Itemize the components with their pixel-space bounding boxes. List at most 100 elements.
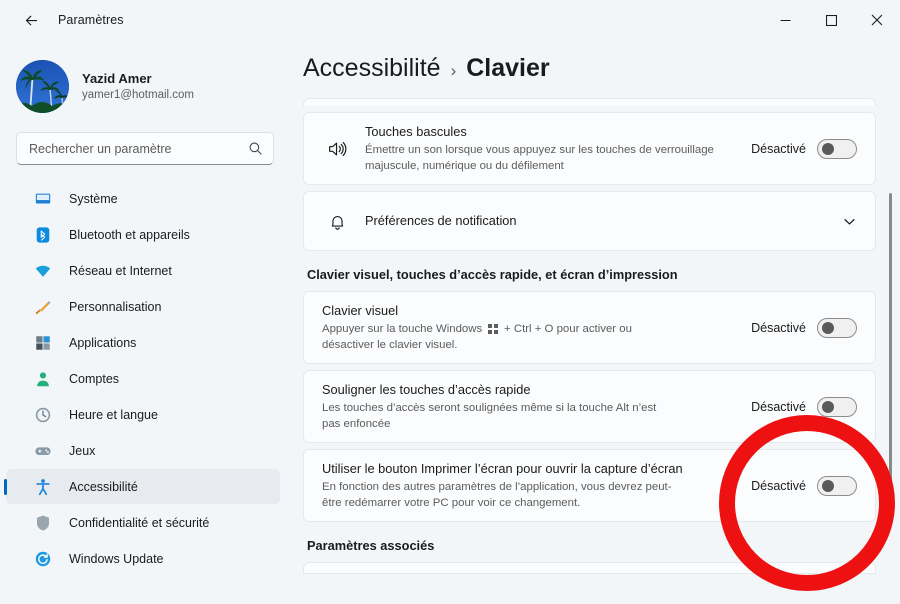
chevron-down-icon[interactable] [842, 214, 857, 229]
toggle-touches-bascules[interactable] [817, 138, 857, 159]
bluetooth-icon [33, 225, 53, 245]
card-title: Touches bascules [365, 124, 467, 139]
speaker-icon [322, 138, 352, 160]
toggle-state-label: Désactivé [751, 399, 806, 414]
setting-card-touches-bascules[interactable]: Touches bascules Émettre un son lorsque … [303, 112, 876, 185]
wifi-icon [33, 261, 53, 281]
windows-key-icon [488, 324, 498, 334]
clock-icon [33, 405, 53, 425]
card-control: Désactivé [751, 317, 857, 338]
sidebar-item-label: Confidentialité et sécurité [69, 515, 210, 530]
sidebar-item-comptes[interactable]: Comptes [6, 361, 280, 396]
sidebar-item-label: Applications [69, 335, 137, 350]
section-heading-related-settings: Paramètres associés [307, 538, 435, 553]
sidebar-item-label: Heure et langue [69, 407, 158, 422]
settings-scroll-area: Touches bascules Émettre un son lorsque … [290, 98, 900, 604]
apps-icon [33, 333, 53, 353]
palm-trees-photo [16, 59, 69, 113]
card-description: Les touches d’accès seront soulignées mê… [322, 402, 657, 430]
toggle-clavier-visuel[interactable] [817, 317, 857, 338]
toggle-state-label: Désactivé [751, 320, 806, 335]
update-icon [33, 549, 53, 569]
section-heading-keyboard-tools: Clavier visuel, touches d’accès rapide, … [307, 267, 678, 282]
sidebar-item-label: Accessibilité [69, 479, 138, 494]
card-control: Désactivé [751, 138, 857, 159]
toggle-knob [822, 321, 834, 334]
minimize-icon [780, 19, 790, 21]
sidebar: Yazid Amer yamer1@hotmail.com Système Blu… [0, 40, 290, 604]
sidebar-item-bluetooth-et-appareils[interactable]: Bluetooth et appareils [6, 217, 280, 252]
main-pane: Accessibilité › Clavier Touches bascules… [290, 40, 900, 604]
sidebar-item-confidentialit-et-s-curit[interactable]: Confidentialité et sécurité [6, 505, 280, 540]
setting-card-preferences-notification[interactable]: Préférences de notification [303, 191, 876, 251]
card-body: Préférences de notification [365, 202, 828, 240]
sidebar-item-personnalisation[interactable]: Personnalisation [6, 289, 280, 324]
account-email: yamer1@hotmail.com [82, 88, 195, 101]
window-title: Paramètres [58, 13, 124, 27]
search-input[interactable] [29, 141, 248, 156]
arrow-left-icon [25, 15, 37, 25]
sidebar-item-label: Comptes [69, 371, 120, 386]
scrollbar-track[interactable] [884, 98, 896, 604]
card-description: En fonction des autres paramètres de l’a… [322, 481, 672, 509]
account-text: Yazid Amer yamer1@hotmail.com [82, 70, 194, 103]
sidebar-item-label: Système [69, 191, 118, 206]
partial-card-top [303, 98, 876, 106]
sidebar-item-label: Jeux [69, 443, 96, 458]
sidebar-item-label: Windows Update [69, 551, 164, 566]
card-control: Désactivé [751, 475, 857, 496]
sidebar-item-label: Bluetooth et appareils [69, 227, 190, 242]
toggle-knob [822, 479, 834, 492]
description-pre: Appuyer sur la touche Windows [322, 323, 483, 335]
back-button[interactable] [14, 5, 48, 35]
search-icon [248, 141, 263, 156]
toggle-state-label: Désactivé [751, 478, 806, 493]
maximize-button[interactable] [808, 0, 854, 40]
title-bar: Paramètres [0, 0, 900, 40]
person-icon [33, 369, 53, 389]
card-title: Préférences de notification [365, 213, 517, 228]
sidebar-item-applications[interactable]: Applications [6, 325, 280, 360]
sidebar-item-r-seau-et-internet[interactable]: Réseau et Internet [6, 253, 280, 288]
accessibility-icon [33, 477, 53, 497]
sidebar-item-windows-update[interactable]: Windows Update [6, 541, 280, 576]
sidebar-item-jeux[interactable]: Jeux [6, 433, 280, 468]
breadcrumb: Accessibilité › Clavier [303, 54, 900, 98]
setting-card-clavier-visuel[interactable]: Clavier visuel Appuyer sur la touche Win… [303, 291, 876, 364]
close-button[interactable] [854, 0, 900, 40]
sidebar-item-accessibilit[interactable]: Accessibilité [6, 469, 280, 504]
account-block[interactable]: Yazid Amer yamer1@hotmail.com [16, 54, 290, 118]
toggle-souligner-touches[interactable] [817, 396, 857, 417]
minimize-button[interactable] [762, 0, 808, 40]
toggle-state-label: Désactivé [751, 141, 806, 156]
card-description: Appuyer sur la touche Windows + Ctrl + O… [322, 321, 677, 353]
sidebar-nav: Système Bluetooth et appareils Réseau et I… [0, 181, 290, 576]
card-body: Clavier visuel Appuyer sur la touche Win… [322, 292, 737, 363]
maximize-icon [825, 14, 837, 26]
bell-icon [322, 211, 352, 232]
search-box[interactable] [16, 132, 274, 165]
sidebar-item-syst-me[interactable]: Système [6, 181, 280, 216]
paintbrush-icon [33, 297, 53, 317]
card-title: Souligner les touches d’accès rapide [322, 382, 531, 397]
card-title: Clavier visuel [322, 303, 399, 318]
setting-card-imprimer-ecran[interactable]: Utiliser le bouton Imprimer l’écran pour… [303, 449, 876, 522]
card-control: Désactivé [751, 396, 857, 417]
toggle-knob [822, 142, 834, 155]
sidebar-item-heure-et-langue[interactable]: Heure et langue [6, 397, 280, 432]
breadcrumb-separator: › [450, 61, 457, 80]
setting-card-souligner-touches[interactable]: Souligner les touches d’accès rapide Les… [303, 370, 876, 443]
card-control [842, 214, 857, 229]
sidebar-item-label: Réseau et Internet [69, 263, 172, 278]
breadcrumb-parent[interactable]: Accessibilité [303, 54, 441, 83]
partial-card-bottom [303, 562, 876, 574]
page-title: Clavier [466, 54, 550, 82]
shield-icon [33, 513, 53, 533]
settings-window: Paramètres Yazid Amer yamer1@hotmail.com… [0, 0, 900, 604]
toggle-imprimer-ecran[interactable] [817, 475, 857, 496]
scrollbar-thumb[interactable] [889, 193, 892, 488]
monitor-icon [33, 189, 53, 209]
toggle-knob [822, 400, 834, 413]
card-body: Souligner les touches d’accès rapide Les… [322, 371, 737, 442]
avatar[interactable] [16, 59, 69, 113]
